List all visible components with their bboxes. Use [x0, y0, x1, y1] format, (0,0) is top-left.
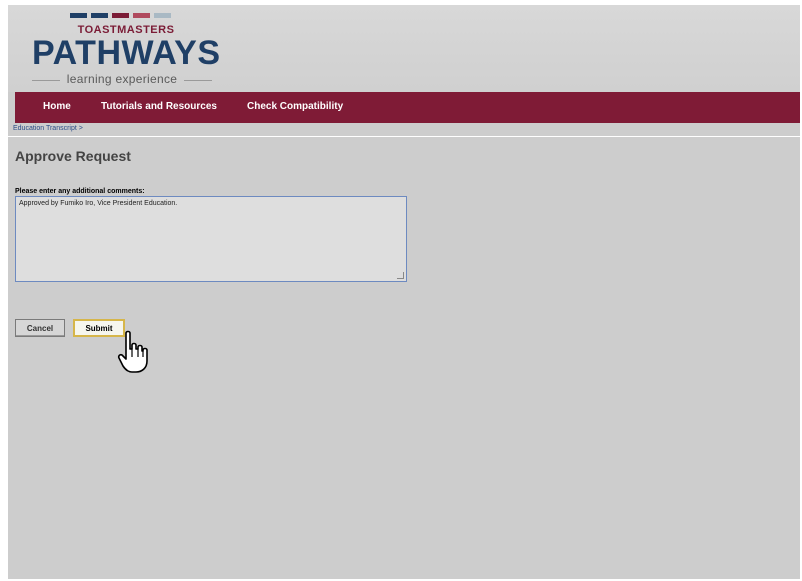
nav-item-check-compatibility[interactable]: Check Compatibility [247, 101, 343, 112]
logo-tagline-text: learning experience [66, 72, 178, 86]
logo-tagline: learning experience [32, 72, 212, 86]
hand-pointer-cursor-icon [117, 330, 148, 373]
logo-stripe [91, 13, 108, 18]
logo-stripes [70, 13, 171, 18]
resize-handle-icon[interactable] [397, 272, 404, 279]
breadcrumb: Education Transcript > [8, 125, 800, 137]
logo-product-name: PATHWAYS [32, 34, 221, 72]
nav-item-home[interactable]: Home [43, 101, 71, 112]
comments-textarea[interactable]: Approved by Fumiko Iro, Vice President E… [15, 196, 407, 282]
breadcrumb-link-education-transcript[interactable]: Education Transcript > [13, 125, 83, 132]
main-nav: Home Tutorials and Resources Check Compa… [15, 92, 800, 123]
comments-label: Please enter any additional comments: [15, 188, 145, 195]
logo-stripe [112, 13, 129, 18]
logo-stripe [70, 13, 87, 18]
page-title: Approve Request [15, 148, 131, 164]
logo-stripe [154, 13, 171, 18]
brand-header: TOASTMASTERS PATHWAYS learning experienc… [8, 5, 800, 92]
nav-item-tutorials-and-resources[interactable]: Tutorials and Resources [101, 101, 217, 112]
cancel-button[interactable]: Cancel [15, 319, 65, 337]
comments-text: Approved by Fumiko Iro, Vice President E… [19, 200, 178, 207]
page-body: TOASTMASTERS PATHWAYS learning experienc… [8, 5, 800, 579]
logo-stripe [133, 13, 150, 18]
